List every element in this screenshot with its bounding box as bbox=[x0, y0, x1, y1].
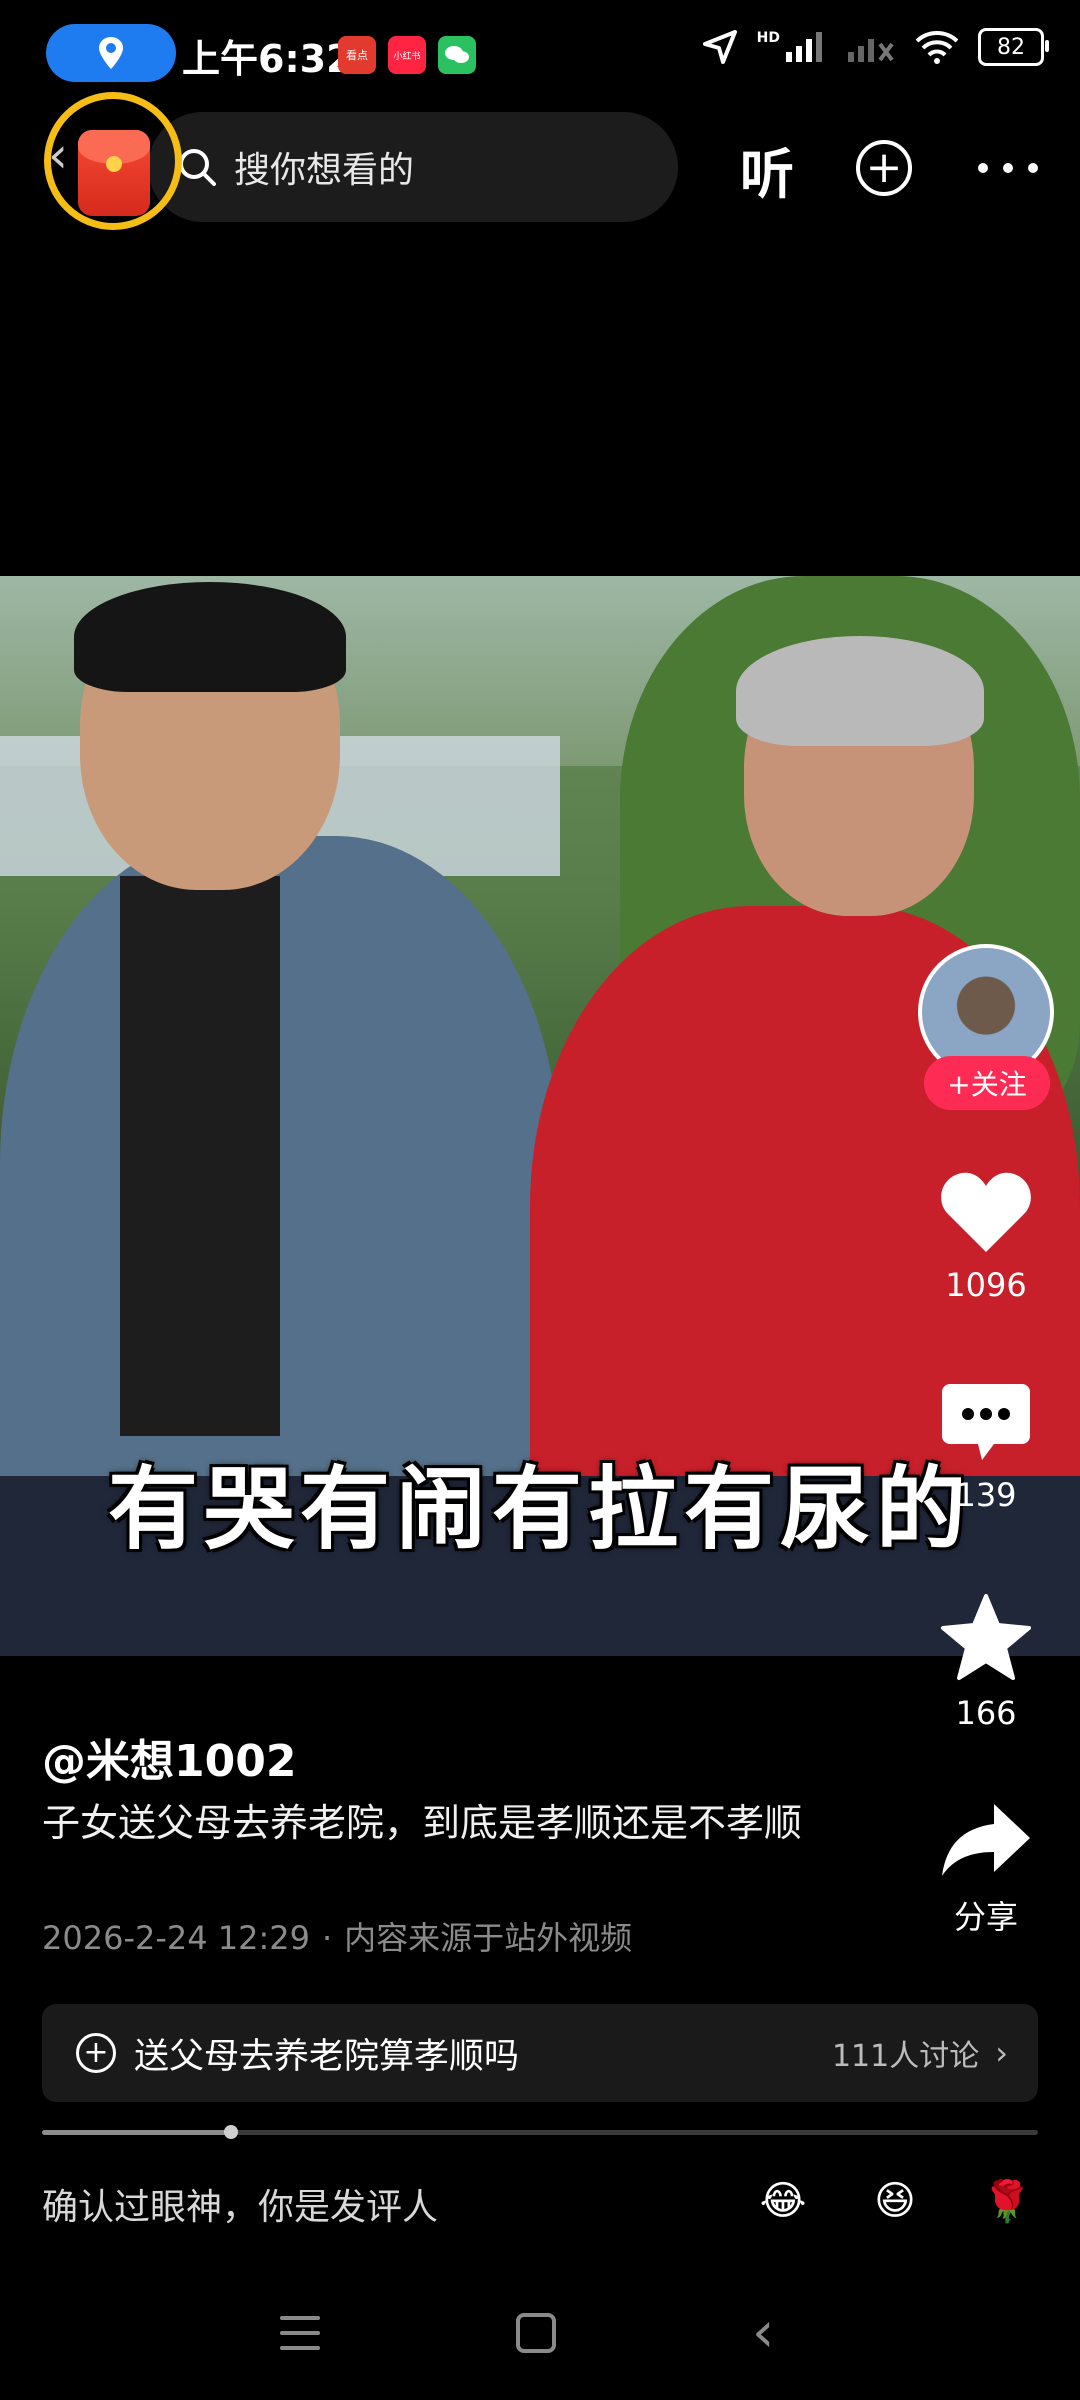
post-date: 2026-2-24 12:29 bbox=[42, 1919, 310, 1957]
kandian-app-icon: 看点 bbox=[338, 36, 376, 74]
comment-input[interactable]: 确认过眼神，你是发评人 bbox=[42, 2178, 438, 2230]
recent-apps-icon[interactable] bbox=[280, 2316, 320, 2350]
topic-count: 111人讨论 bbox=[831, 2039, 980, 2074]
comment-count: 139 bbox=[955, 1476, 1017, 1514]
content-source: 内容来源于站外视频 bbox=[344, 1919, 633, 1957]
add-button[interactable]: + bbox=[856, 140, 912, 196]
like-count: 1096 bbox=[945, 1266, 1027, 1304]
rose-emoji-icon[interactable]: 🌹 bbox=[976, 2170, 1038, 2232]
search-bar[interactable]: 搜你想看的 bbox=[148, 112, 678, 222]
chevron-right-icon: › bbox=[995, 2034, 1008, 2072]
heart-icon bbox=[941, 1172, 1031, 1252]
location-pin-icon bbox=[99, 37, 123, 69]
plus-icon: + bbox=[865, 142, 903, 193]
share-label: 分享 bbox=[953, 1898, 1018, 1936]
progress-fill bbox=[42, 2130, 232, 2135]
progress-handle[interactable] bbox=[224, 2125, 239, 2139]
favorite-button[interactable]: 166 bbox=[906, 1592, 1066, 1732]
search-placeholder: 搜你想看的 bbox=[234, 150, 415, 191]
video-meta: 2026-2-24 12:29 · 内容来源于站外视频 bbox=[42, 1913, 632, 1959]
wechat-app-icon bbox=[438, 36, 476, 74]
grinning-emoji-icon[interactable]: 😆 bbox=[864, 2170, 926, 2232]
topic-title: 送父母去养老院算孝顺吗 bbox=[134, 2036, 520, 2077]
listen-button[interactable]: 听 bbox=[740, 130, 794, 209]
more-options-icon[interactable] bbox=[978, 140, 1038, 196]
network-hd-label: HD bbox=[756, 30, 780, 46]
meta-separator: · bbox=[322, 1919, 333, 1957]
wifi-icon bbox=[915, 31, 959, 64]
video-progress-bar[interactable] bbox=[42, 2125, 1038, 2139]
video-description: 子女送父母去养老院，到底是孝顺还是不孝顺 bbox=[42, 1801, 803, 1845]
author-name[interactable]: @米想1002 bbox=[42, 1725, 296, 1789]
share-button[interactable]: 分享 bbox=[906, 1800, 1066, 1938]
red-packet-icon[interactable] bbox=[78, 130, 150, 216]
navigation-arrow-icon bbox=[702, 30, 737, 64]
share-arrow-icon bbox=[942, 1804, 1030, 1876]
status-icons: HD 82 bbox=[701, 28, 1049, 66]
topic-discussion[interactable]: + 送父母去养老院算孝顺吗 111人讨论 › bbox=[42, 2004, 1038, 2102]
home-icon[interactable] bbox=[516, 2313, 556, 2353]
signal-strength-icon bbox=[786, 32, 822, 62]
signal-strength-icon-2 bbox=[848, 39, 894, 62]
follow-button[interactable]: +关注 bbox=[924, 1056, 1050, 1110]
back-chevron-icon[interactable]: ‹ bbox=[48, 126, 68, 184]
star-icon bbox=[941, 1594, 1031, 1680]
back-icon[interactable]: ‹ bbox=[752, 2300, 774, 2365]
comment-button[interactable]: 139 bbox=[906, 1382, 1066, 1514]
like-button[interactable]: 1096 bbox=[906, 1168, 1066, 1304]
location-indicator bbox=[46, 24, 176, 82]
plus-circle-icon: + bbox=[76, 2033, 116, 2073]
laughing-crying-emoji-icon[interactable]: 😂 bbox=[752, 2170, 814, 2232]
status-bar: 上午6:32 看点 小红书 HD 82 bbox=[0, 0, 1080, 110]
xiaohongshu-app-icon: 小红书 bbox=[388, 36, 426, 74]
battery-icon: 82 bbox=[978, 28, 1049, 66]
favorite-count: 166 bbox=[955, 1694, 1017, 1732]
status-time: 上午6:32 bbox=[182, 37, 353, 81]
comment-icon bbox=[942, 1384, 1030, 1460]
